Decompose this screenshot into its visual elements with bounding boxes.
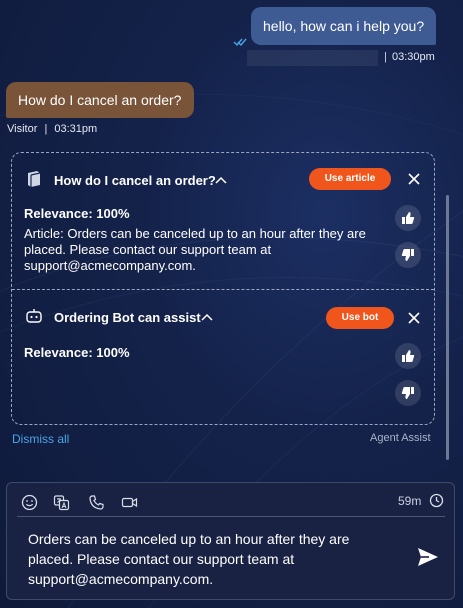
agent-assist-panel: How do I cancel an order? Use article Re…	[11, 152, 435, 425]
visitor-message-time: 03:31pm	[54, 123, 98, 135]
bot-relevance: Relevance: 100%	[24, 345, 130, 360]
article-card-title: How do I cancel an order?	[54, 173, 216, 188]
meta-separator: |	[384, 51, 387, 63]
clock-icon	[429, 493, 444, 508]
thumbs-down-icon	[401, 387, 414, 399]
article-text: Article: Orders can be canceled up to an…	[24, 226, 366, 273]
thumbs-up-icon	[402, 350, 415, 362]
thumbs-down-button[interactable]	[395, 380, 421, 406]
translate-icon[interactable]	[53, 494, 70, 511]
close-icon[interactable]	[408, 312, 420, 324]
bot-card-title: Ordering Bot can assist	[54, 310, 201, 325]
message-composer: 59m Orders can be canceled up to an hour…	[6, 482, 455, 600]
scrollbar[interactable]	[446, 195, 449, 460]
thumbs-down-button[interactable]	[395, 242, 421, 268]
thumbs-up-icon	[402, 212, 415, 224]
conversation-timer: 59m	[398, 494, 422, 508]
chevron-up-icon[interactable]	[215, 176, 227, 184]
close-icon[interactable]	[408, 173, 420, 185]
agent-message-meta: | 03:30pm	[247, 50, 443, 66]
message-input[interactable]: Orders can be canceled up to an hour aft…	[28, 529, 390, 589]
visitor-message-meta: Visitor | 03:31pm	[7, 123, 101, 135]
chevron-up-icon[interactable]	[201, 313, 213, 321]
agent-message-time: 03:30pm	[392, 51, 435, 63]
thumbs-up-button[interactable]	[395, 343, 421, 369]
bot-suggestion-card: Ordering Bot can assist Use bot Relevanc…	[12, 290, 434, 426]
agent-message-text: hello, how can i help you?	[263, 18, 425, 34]
phone-icon[interactable]	[88, 494, 105, 511]
article-book-icon	[28, 171, 41, 187]
composer-divider	[17, 516, 445, 517]
visitor-message-bubble: How do I cancel an order?	[6, 82, 194, 118]
visitor-message-text: How do I cancel an order?	[18, 92, 182, 108]
article-relevance: Relevance: 100%	[24, 206, 130, 221]
use-bot-button[interactable]: Use bot	[326, 307, 394, 329]
double-check-icon	[233, 38, 247, 47]
agent-message-bubble: hello, how can i help you?	[251, 7, 436, 45]
emoji-icon[interactable]	[21, 494, 38, 511]
send-icon[interactable]	[417, 547, 439, 567]
dismiss-all-link[interactable]: Dismiss all	[12, 432, 69, 446]
video-icon[interactable]	[121, 494, 138, 511]
redacted-agent-name	[247, 50, 378, 66]
thumbs-up-button[interactable]	[395, 205, 421, 231]
agent-assist-label: Agent Assist	[370, 432, 431, 444]
thumbs-down-icon	[401, 249, 414, 261]
bot-icon	[26, 309, 42, 323]
visitor-name: Visitor	[7, 123, 38, 135]
meta-separator: |	[44, 123, 48, 135]
article-suggestion-card: How do I cancel an order? Use article Re…	[12, 153, 434, 289]
use-article-button[interactable]: Use article	[309, 168, 391, 190]
